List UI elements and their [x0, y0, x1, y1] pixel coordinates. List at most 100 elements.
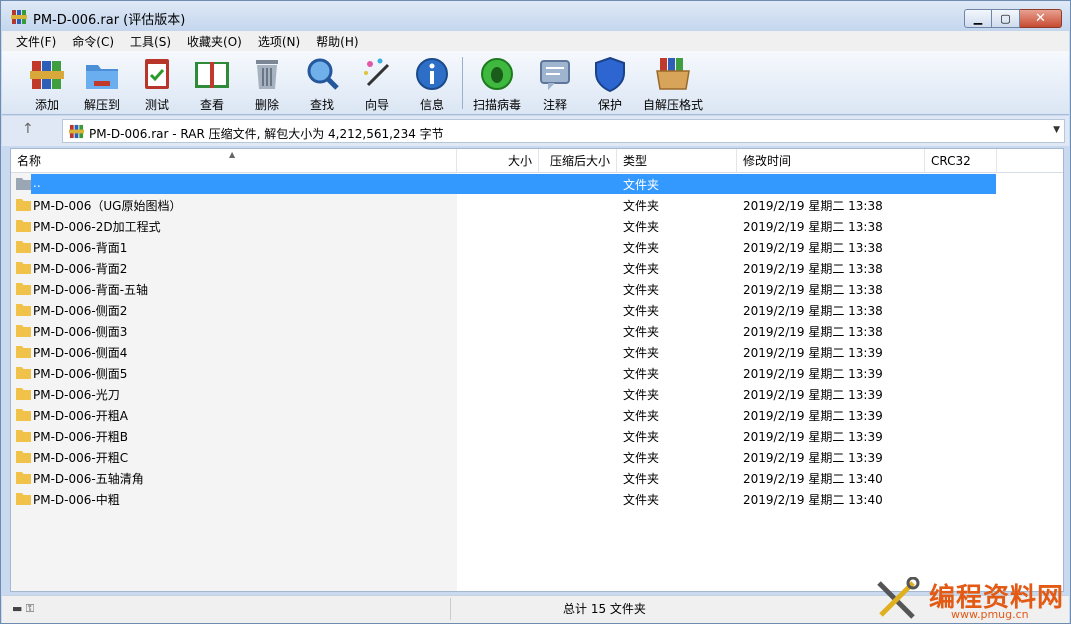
table-row[interactable]: .. 文件夹: [11, 173, 1063, 194]
menu-tools[interactable]: 工具(S): [122, 33, 179, 50]
menu-bar: 文件(F) 命令(C) 工具(S) 收藏夹(O) 选项(N) 帮助(H): [2, 31, 1069, 51]
delete-button[interactable]: 删除: [239, 55, 295, 113]
file-name: ..: [33, 176, 41, 190]
find-button[interactable]: 查找: [294, 55, 350, 113]
table-row[interactable]: PM-D-006-开粗A 文件夹 2019/2/19 星期二 13:39: [11, 404, 1063, 425]
table-row[interactable]: PM-D-006-背面1 文件夹 2019/2/19 星期二 13:38: [11, 236, 1063, 257]
file-type: 文件夹: [623, 409, 660, 423]
file-name: PM-D-006-侧面3: [33, 325, 128, 339]
table-row[interactable]: PM-D-006-背面-五轴 文件夹 2019/2/19 星期二 13:38: [11, 278, 1063, 299]
info-icon: [416, 58, 448, 90]
test-button[interactable]: 测试: [129, 55, 185, 113]
file-name: PM-D-006-背面-五轴: [33, 283, 149, 297]
extract-to-button[interactable]: 解压到: [74, 55, 130, 113]
file-name: PM-D-006-五轴清角: [33, 472, 144, 486]
virus-scan-button[interactable]: 扫描病毒: [469, 55, 525, 113]
file-type: 文件夹: [623, 304, 660, 318]
maximize-button[interactable]: ▢: [992, 9, 1020, 28]
table-row[interactable]: PM-D-006-侧面2 文件夹 2019/2/19 星期二 13:38: [11, 299, 1063, 320]
file-name: PM-D-006-侧面5: [33, 367, 128, 381]
file-modified: 2019/2/19 星期二 13:38: [743, 283, 883, 297]
extract-folder-icon: [86, 65, 118, 89]
view-button[interactable]: 查看: [184, 55, 240, 113]
address-bar: ↑ PM-D-006.rar - RAR 压缩文件, 解包大小为 4,212,5…: [2, 116, 1069, 146]
shield-icon: [595, 56, 625, 93]
file-modified: 2019/2/19 星期二 13:38: [743, 199, 883, 213]
folder-icon: [16, 472, 31, 484]
status-divider: [450, 598, 451, 620]
folder-icon: [16, 451, 31, 463]
file-modified: 2019/2/19 星期二 13:39: [743, 346, 883, 360]
folder-icon: [16, 367, 31, 379]
title-bar[interactable]: PM-D-006.rar (评估版本) ▁ ▢ ✕: [1, 1, 1070, 31]
table-row[interactable]: PM-D-006-中粗 文件夹 2019/2/19 星期二 13:40: [11, 488, 1063, 509]
folder-icon: [16, 241, 31, 253]
file-name: PM-D-006-侧面4: [33, 346, 128, 360]
folder-icon: [16, 304, 31, 316]
menu-commands[interactable]: 命令(C): [64, 33, 122, 50]
file-name: PM-D-006-背面2: [33, 262, 128, 276]
menu-options[interactable]: 选项(N): [250, 33, 308, 50]
folder-icon: [16, 493, 31, 505]
menu-file[interactable]: 文件(F): [8, 33, 64, 50]
close-icon: ✕: [1035, 11, 1046, 26]
file-name: PM-D-006-背面1: [33, 241, 128, 255]
file-modified: 2019/2/19 星期二 13:39: [743, 451, 883, 465]
col-packed-size[interactable]: 压缩后大小: [539, 149, 617, 173]
table-row[interactable]: PM-D-006-光刀 文件夹 2019/2/19 星期二 13:39: [11, 383, 1063, 404]
menu-favorites[interactable]: 收藏夹(O): [179, 33, 250, 50]
rar-archive-icon: [69, 124, 84, 139]
tools-icon: [877, 577, 920, 619]
up-arrow-icon[interactable]: ↑: [22, 121, 34, 137]
wizard-button[interactable]: 向导: [349, 55, 405, 113]
toolbar-separator: [462, 57, 463, 109]
file-modified: 2019/2/19 星期二 13:38: [743, 304, 883, 318]
parent-folder-icon: [16, 178, 31, 190]
table-row[interactable]: PM-D-006-五轴清角 文件夹 2019/2/19 星期二 13:40: [11, 467, 1063, 488]
column-header: ▲ 名称 大小 压缩后大小 类型 修改时间 CRC32: [11, 149, 1063, 173]
file-list[interactable]: ▲ 名称 大小 压缩后大小 类型 修改时间 CRC32 .. 文件夹 PM-D-00…: [10, 148, 1064, 592]
menu-help[interactable]: 帮助(H): [308, 33, 366, 50]
col-crc32[interactable]: CRC32: [925, 149, 997, 173]
table-row[interactable]: PM-D-006-2D加工程式 文件夹 2019/2/19 星期二 13:38: [11, 215, 1063, 236]
file-name: PM-D-006-2D加工程式: [33, 220, 161, 234]
file-modified: 2019/2/19 星期二 13:40: [743, 472, 883, 486]
file-type: 文件夹: [623, 241, 660, 255]
comment-button[interactable]: 注释: [527, 55, 583, 113]
file-type: 文件夹: [623, 346, 660, 360]
table-row[interactable]: PM-D-006-开粗C 文件夹 2019/2/19 星期二 13:39: [11, 446, 1063, 467]
watermark: 编程资料网 www.pmug.cn: [871, 571, 1066, 623]
file-type: 文件夹: [623, 283, 660, 297]
info-button[interactable]: 信息: [404, 55, 460, 113]
protect-button[interactable]: 保护: [582, 55, 638, 113]
add-button[interactable]: 添加: [19, 55, 75, 113]
table-row[interactable]: PM-D-006-开粗B 文件夹 2019/2/19 星期二 13:39: [11, 425, 1063, 446]
file-name: PM-D-006-开粗A: [33, 409, 128, 423]
file-type: 文件夹: [623, 367, 660, 381]
magnifier-icon: [307, 58, 339, 90]
drive-key-icon[interactable]: ▬ ⚿: [12, 602, 34, 616]
table-row[interactable]: PM-D-006-侧面3 文件夹 2019/2/19 星期二 13:38: [11, 320, 1063, 341]
col-name[interactable]: ▲ 名称: [11, 149, 457, 173]
minimize-button[interactable]: ▁: [964, 9, 992, 28]
winrar-window: PM-D-006.rar (评估版本) ▁ ▢ ✕ 文件(F) 命令(C) 工具…: [0, 0, 1071, 624]
col-type[interactable]: 类型: [617, 149, 737, 173]
col-modified[interactable]: 修改时间: [737, 149, 925, 173]
dropdown-arrow-icon[interactable]: ▼: [1053, 125, 1060, 135]
col-size[interactable]: 大小: [457, 149, 539, 173]
close-button[interactable]: ✕: [1020, 9, 1062, 28]
file-type: 文件夹: [623, 262, 660, 276]
comment-icon: [540, 60, 570, 90]
sfx-button[interactable]: 自解压格式: [640, 55, 706, 113]
table-row[interactable]: PM-D-006（UG原始图档） 文件夹 2019/2/19 星期二 13:38: [11, 194, 1063, 215]
file-type: 文件夹: [623, 493, 660, 507]
table-row[interactable]: PM-D-006-侧面4 文件夹 2019/2/19 星期二 13:39: [11, 341, 1063, 362]
virus-scan-icon: [481, 58, 513, 90]
selection-highlight: [31, 174, 996, 194]
path-dropdown[interactable]: PM-D-006.rar - RAR 压缩文件, 解包大小为 4,212,561…: [62, 119, 1065, 143]
folder-icon: [16, 388, 31, 400]
table-row[interactable]: PM-D-006-侧面5 文件夹 2019/2/19 星期二 13:39: [11, 362, 1063, 383]
sort-ascending-icon: ▲: [229, 150, 236, 159]
file-name: PM-D-006-开粗B: [33, 430, 128, 444]
table-row[interactable]: PM-D-006-背面2 文件夹 2019/2/19 星期二 13:38: [11, 257, 1063, 278]
